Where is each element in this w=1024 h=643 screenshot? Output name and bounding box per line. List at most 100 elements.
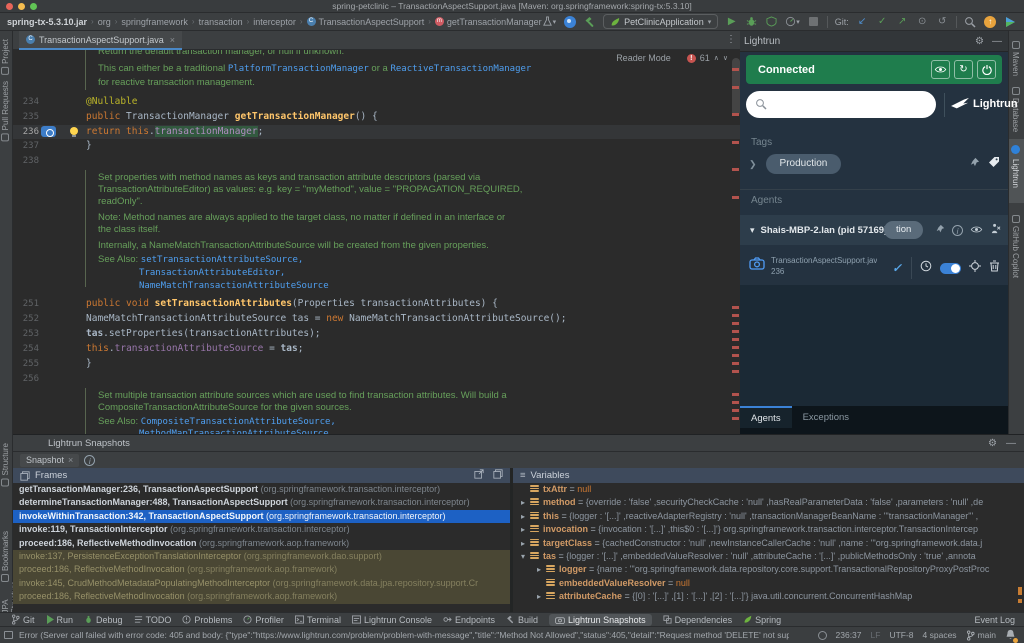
refresh-icon[interactable]: ↻ — [954, 60, 973, 79]
close-tab-icon[interactable]: × — [170, 35, 175, 45]
caret-position[interactable]: 236:37 — [836, 630, 862, 640]
tool-window-button-terminal[interactable]: Terminal — [295, 615, 341, 625]
line-number[interactable]: 254 — [13, 342, 39, 356]
next-error-icon[interactable]: ∨ — [723, 54, 728, 62]
editor-tab[interactable]: C TransactionAspectSupport.java × — [19, 31, 182, 50]
frame-row[interactable]: invoke:119, TransactionInterceptor (org.… — [13, 523, 510, 536]
line-number[interactable]: 238 — [13, 154, 39, 168]
memory-indicator-icon[interactable] — [818, 631, 827, 640]
line-number[interactable]: 237 — [13, 139, 39, 153]
tool-window-button-lightrun-console[interactable]: Lightrun Console — [352, 615, 432, 625]
file-encoding[interactable]: UTF-8 — [889, 630, 913, 640]
expand-chevron-icon[interactable]: ▸ — [521, 523, 530, 536]
variable-row[interactable]: ▸attributeCache = {[0] : '[...]' ,[1] : … — [537, 590, 1024, 603]
power-icon[interactable] — [977, 60, 996, 79]
indent-setting[interactable]: 4 spaces — [923, 630, 957, 640]
info-icon[interactable]: i — [952, 225, 963, 236]
tool-window-button-spring[interactable]: Spring — [743, 615, 781, 625]
sidebar-item-lightrun[interactable]: Lightrun — [1011, 143, 1020, 188]
pin-icon[interactable] — [969, 155, 980, 173]
frame-row[interactable]: determineTransactionManager:488, Transac… — [13, 496, 510, 509]
debug-button[interactable] — [745, 15, 758, 29]
chevron-right-icon[interactable]: ❯ — [749, 159, 757, 170]
variable-row[interactable]: ▸this = {logger : '[...]' ,reactiveAdapt… — [521, 510, 1024, 523]
variable-row[interactable]: ▸invocation = {invocation : '[...]' ,thi… — [521, 523, 1024, 536]
agent-untrack-icon[interactable] — [990, 221, 1001, 239]
frame-row[interactable]: invokeWithinTransaction:342, Transaction… — [13, 510, 510, 523]
snapshot-tab[interactable]: Snapshot × — [20, 454, 79, 467]
expand-chevron-icon[interactable]: ▸ — [537, 590, 546, 603]
tool-window-button-build[interactable]: Build — [506, 615, 538, 625]
gear-icon[interactable]: ⚙ — [975, 36, 984, 47]
tool-window-button-run[interactable]: Run — [46, 615, 74, 625]
minimize-icon[interactable]: — — [992, 36, 1002, 47]
expand-chevron-icon[interactable]: ▸ — [521, 537, 530, 550]
doc-link[interactable]: CompositeTransactionAttributeSource, — [141, 417, 336, 427]
snapshot-camera-icon[interactable] — [41, 126, 56, 137]
expand-chevron-icon[interactable]: ▸ — [521, 496, 530, 509]
frame-row[interactable]: proceed:186, ReflectiveMethodInvocation … — [13, 537, 510, 550]
toolbar-flask-icon[interactable]: ▾ — [542, 15, 557, 29]
breadcrumb-item[interactable]: interceptor — [253, 17, 296, 27]
rollback-button[interactable]: ↺ — [936, 15, 949, 29]
git-branch-widget[interactable]: main — [966, 630, 996, 641]
reader-status-icon[interactable] — [4, 631, 13, 639]
commit-button[interactable]: ✓ — [876, 15, 889, 29]
breadcrumb-item[interactable]: mgetTransactionManager — [435, 17, 542, 27]
crosshair-icon[interactable] — [969, 259, 981, 277]
code-line[interactable]: 256 — [13, 372, 740, 386]
sidebar-item-github-copilot[interactable]: GitHub Copilot — [1011, 215, 1020, 278]
stop-button[interactable] — [807, 15, 820, 29]
frame-row[interactable]: proceed:186, ReflectiveMethodInvocation … — [13, 563, 510, 576]
variable-row[interactable]: ▸targetClass = {cachedConstructor : 'nul… — [521, 537, 1024, 550]
breadcrumb-item[interactable]: spring-tx-5.3.10.jar — [7, 17, 87, 27]
doc-link[interactable]: ReactiveTransactionManager — [390, 64, 531, 74]
line-number[interactable]: 256 — [13, 372, 39, 386]
expand-chevron-icon[interactable]: ▸ — [537, 563, 546, 576]
code-with-me-icon[interactable] — [563, 15, 576, 29]
doc-link[interactable]: setTransactionAttributeSource, — [141, 255, 304, 265]
agent-row[interactable]: ▾ Shais-MBP-2.lan (pid 57169) (1) tion i — [740, 215, 1008, 245]
expand-chevron-icon[interactable]: ▸ — [521, 510, 530, 523]
minimize-icon[interactable]: — — [1006, 438, 1016, 449]
tool-window-button-git[interactable]: Git — [11, 614, 35, 625]
code-editor[interactable]: Reader Mode ! 61 ∧ ∨ 234@Nullable235publ… — [13, 50, 740, 434]
breadcrumb-item[interactable]: CTransactionAspectSupport — [307, 17, 425, 27]
tab-exceptions[interactable]: Exceptions — [792, 406, 860, 428]
frame-row[interactable]: getTransactionManager:236, TransactionAs… — [13, 483, 510, 496]
variable-row[interactable]: embeddedValueResolver = null — [537, 577, 1024, 590]
breadcrumb-item[interactable]: springframework — [121, 17, 188, 27]
code-line[interactable]: 251public void setTransactionAttributes(… — [13, 297, 740, 311]
run-configuration-select[interactable]: PetClinicApplication ▾ — [603, 14, 718, 29]
sidebar-item-structure[interactable]: Structure — [1, 443, 10, 486]
variable-row[interactable]: txAttr = null — [521, 483, 1024, 496]
push-button[interactable]: ↗ — [896, 15, 909, 29]
run-button[interactable]: ▶ — [725, 15, 738, 29]
update-project-button[interactable]: ↙ — [856, 15, 869, 29]
code-line[interactable]: 234@Nullable — [13, 95, 740, 109]
sidebar-item-bookmarks[interactable]: Bookmarks — [1, 531, 10, 582]
info-icon[interactable]: i — [84, 455, 95, 466]
code-line[interactable]: 254this.transactionAttributeSource = tas… — [13, 342, 740, 356]
variable-row[interactable]: ▾tas = {logger : '[...]' ,embeddedValueR… — [521, 550, 1024, 563]
code-line[interactable]: 238 — [13, 154, 740, 168]
code-line[interactable]: 253tas.setProperties(transactionAttribut… — [13, 327, 740, 341]
frame-row[interactable]: invoke:137, PersistenceExceptionTranslat… — [13, 550, 510, 563]
snapshot-enabled-toggle[interactable] — [940, 263, 961, 274]
code-line[interactable]: 255} — [13, 357, 740, 371]
eye-icon[interactable] — [970, 221, 983, 239]
code-line[interactable]: 252NameMatchTransactionAttributeSource t… — [13, 312, 740, 326]
line-number[interactable]: 234 — [13, 95, 39, 109]
tool-window-button-problems[interactable]: Problems — [182, 615, 232, 625]
sidebar-item-maven[interactable]: Maven — [1011, 41, 1020, 76]
pane-splitter[interactable] — [510, 468, 513, 613]
line-number[interactable]: 255 — [13, 357, 39, 371]
tab-options-icon[interactable]: ⋮ — [726, 34, 736, 45]
doc-link[interactable]: PlatformTransactionManager — [228, 64, 369, 74]
code-line[interactable]: 236return this.transactionManager; — [13, 125, 740, 139]
snapshot-row[interactable]: TransactionAspectSupport.java : 236 ✓ — [740, 251, 1008, 285]
event-log-button[interactable]: Event Log — [970, 615, 1024, 625]
tool-window-button-dependencies[interactable]: Dependencies — [663, 615, 733, 625]
line-number[interactable]: 253 — [13, 327, 39, 341]
ide-update-icon[interactable]: ↑ — [984, 15, 997, 29]
